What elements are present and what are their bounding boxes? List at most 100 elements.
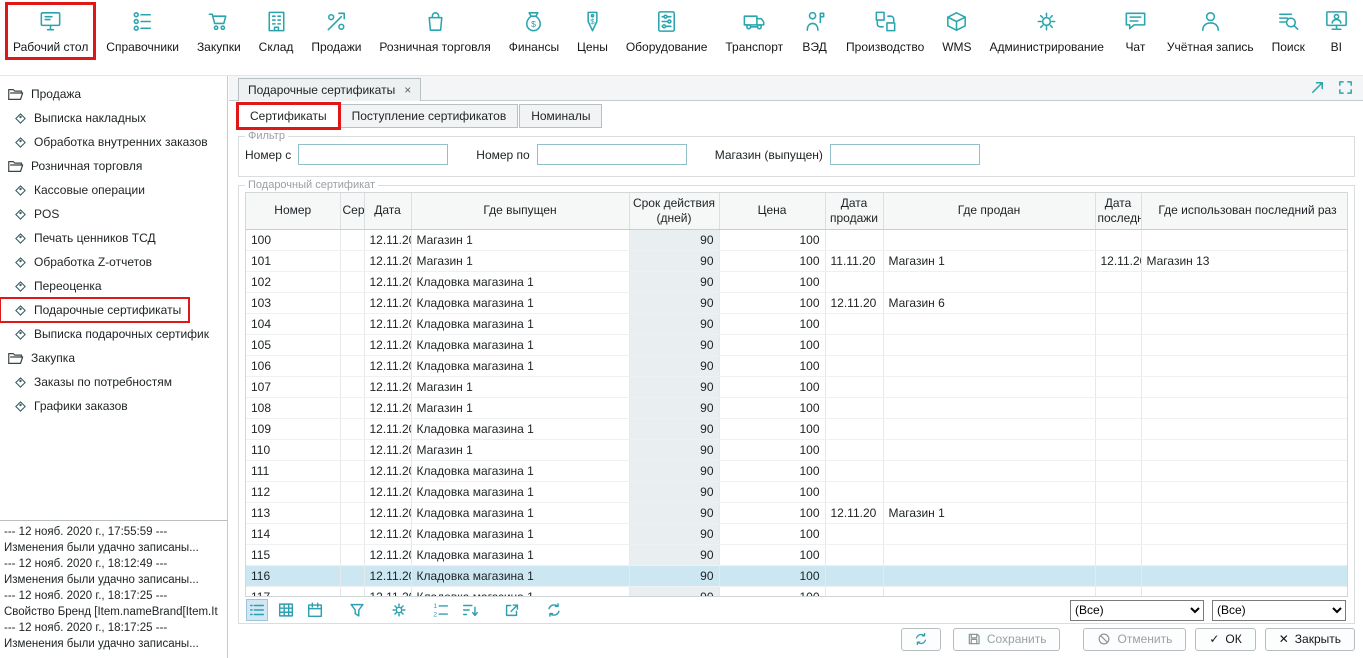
refresh-button[interactable] [901, 628, 941, 651]
grid-column-header[interactable]: Где использован последний раз [1141, 193, 1348, 229]
grid-cell [340, 481, 364, 502]
sidebar-group[interactable]: Продажа [0, 82, 227, 106]
export-icon[interactable] [502, 600, 522, 620]
topbar-item-wms[interactable]: WMS [937, 5, 976, 57]
fullscreen-icon[interactable] [1337, 79, 1354, 96]
sidebar-item[interactable]: Выписка накладных [0, 106, 227, 130]
grid-cell [1095, 376, 1141, 397]
workspace-tab[interactable]: Поступление сертификатов [340, 104, 519, 128]
topbar-item-search[interactable]: Поиск [1267, 5, 1310, 57]
view-grid-icon[interactable] [276, 600, 296, 620]
table-row[interactable]: 10312.11.20Кладовка магазина 19010012.11… [246, 292, 1348, 313]
sync-icon[interactable] [544, 600, 564, 620]
workspace-tab[interactable]: Сертификаты [238, 104, 339, 128]
topbar-item-sales[interactable]: Продажи [306, 5, 366, 57]
table-row[interactable]: 10812.11.20Магазин 190100 [246, 397, 1348, 418]
funnel-icon[interactable] [347, 600, 367, 620]
number-to-input[interactable] [537, 144, 687, 165]
grid-column-header[interactable]: Срок действия (дней) [629, 193, 719, 229]
grid-column-header[interactable]: Дата [364, 193, 411, 229]
log-line: --- 12 нояб. 2020 г., 18:17:25 --- [4, 620, 223, 636]
numbered-list-icon[interactable]: 12 [431, 600, 451, 620]
table-row[interactable]: 11712.11.20Кладовка магазина 190100 [246, 586, 1348, 596]
table-row[interactable]: 11612.11.20Кладовка магазина 190100 [246, 565, 1348, 586]
grid-cell: 106 [246, 355, 340, 376]
topbar-item-warehouse[interactable]: Склад [254, 5, 299, 57]
certificates-panel: Подарочный сертификат НомерСерДатаГде вы… [238, 179, 1355, 624]
topbar-item-prices[interactable]: $Цены [572, 5, 613, 57]
sidebar-item[interactable]: Выписка подарочных сертифик [0, 322, 227, 346]
table-row[interactable]: 10912.11.20Кладовка магазина 190100 [246, 418, 1348, 439]
workspace-tab[interactable]: Номиналы [519, 104, 602, 128]
topbar-item-ved[interactable]: ВЭД [796, 5, 833, 57]
topbar-item-transport[interactable]: Транспорт [720, 5, 788, 57]
sidebar-item[interactable]: Печать ценников ТСД [0, 226, 227, 250]
table-row[interactable]: 10512.11.20Кладовка магазина 190100 [246, 334, 1348, 355]
sidebar-item[interactable]: Подарочные сертификаты [0, 298, 189, 322]
view-list-icon[interactable] [247, 600, 267, 620]
issued-store-input[interactable] [830, 144, 980, 165]
topbar-item-account[interactable]: Учётная запись [1162, 5, 1259, 57]
grid-column-header[interactable]: Где продан [883, 193, 1095, 229]
sidebar-item[interactable]: Заказы по потребностям [0, 370, 227, 394]
save-button[interactable]: Сохранить [953, 628, 1061, 651]
sidebar-item[interactable]: Обработка Z-отчетов [0, 250, 227, 274]
grid-cell: 100 [719, 565, 825, 586]
table-row[interactable]: 10212.11.20Кладовка магазина 190100 [246, 271, 1348, 292]
topbar-item-production[interactable]: Производство [841, 5, 929, 57]
grid-cell [883, 439, 1095, 460]
table-row[interactable]: 11512.11.20Кладовка магазина 190100 [246, 544, 1348, 565]
topbar-item-desktop[interactable]: Рабочий стол [8, 5, 93, 57]
grid-cell: 12.11.20 [364, 502, 411, 523]
grid-cell: 90 [629, 355, 719, 376]
table-row[interactable]: 11312.11.20Кладовка магазина 19010012.11… [246, 502, 1348, 523]
topbar-item-references[interactable]: Справочники [101, 5, 184, 57]
grid-column-header[interactable]: Сер [340, 193, 364, 229]
close-button[interactable]: ✕ Закрыть [1265, 628, 1355, 651]
grid-column-header[interactable]: Дата продажи [825, 193, 883, 229]
table-row[interactable]: 11112.11.20Кладовка магазина 190100 [246, 460, 1348, 481]
topbar-item-retail[interactable]: Розничная торговля [374, 5, 495, 57]
grid-column-header[interactable]: Где выпущен [411, 193, 629, 229]
table-row[interactable]: 10012.11.20Магазин 190100 [246, 229, 1348, 250]
table-row[interactable]: 10412.11.20Кладовка магазина 190100 [246, 313, 1348, 334]
topbar-item-chat[interactable]: Чат [1117, 5, 1154, 57]
table-row[interactable]: 10612.11.20Кладовка магазина 190100 [246, 355, 1348, 376]
sidebar-tree: ПродажаВыписка накладныхОбработка внутре… [0, 76, 227, 520]
records-filter-select[interactable]: (Все) [1070, 600, 1204, 621]
cancel-button[interactable]: Отменить [1083, 628, 1186, 651]
sidebar-item[interactable]: Переоценка [0, 274, 227, 298]
document-tab[interactable]: Подарочные сертификаты × [238, 78, 421, 101]
ok-button[interactable]: ✓ ОК [1195, 628, 1255, 651]
sidebar-item[interactable]: Графики заказов [0, 394, 227, 418]
topbar-item-label: Учётная запись [1167, 40, 1254, 54]
chat-icon [1122, 8, 1149, 35]
open-new-window-icon[interactable] [1309, 79, 1326, 96]
topbar-item-finance[interactable]: $Финансы [504, 5, 564, 57]
table-row[interactable]: 10112.11.20Магазин 19010011.11.20Магазин… [246, 250, 1348, 271]
calendar-icon[interactable] [305, 600, 325, 620]
table-row[interactable]: 11212.11.20Кладовка магазина 190100 [246, 481, 1348, 502]
sidebar-group[interactable]: Закупка [0, 346, 227, 370]
topbar-item-equipment[interactable]: Оборудование [621, 5, 713, 57]
grid-cell: 12.11.20 [364, 418, 411, 439]
topbar-item-admin-gear[interactable]: Администрирование [985, 5, 1109, 57]
gear-icon[interactable] [389, 600, 409, 620]
grid-column-header[interactable]: Цена [719, 193, 825, 229]
topbar-item-bi[interactable]: BI [1318, 5, 1355, 57]
table-row[interactable]: 11412.11.20Кладовка магазина 190100 [246, 523, 1348, 544]
sidebar-item[interactable]: Кассовые операции [0, 178, 227, 202]
topbar-item-purchases[interactable]: Закупки [192, 5, 246, 57]
number-from-input[interactable] [298, 144, 448, 165]
grid-column-header[interactable]: Дата последн [1095, 193, 1141, 229]
sort-icon[interactable] [460, 600, 480, 620]
table-row[interactable]: 10712.11.20Магазин 190100 [246, 376, 1348, 397]
close-tab-icon[interactable]: × [404, 84, 411, 96]
grid-column-header[interactable]: Номер [246, 193, 340, 229]
table-row[interactable]: 11012.11.20Магазин 190100 [246, 439, 1348, 460]
sidebar-group[interactable]: Розничная торговля [0, 154, 227, 178]
sidebar-item[interactable]: POS [0, 202, 227, 226]
sidebar-item[interactable]: Обработка внутренних заказов [0, 130, 227, 154]
records-filter-select[interactable]: (Все) [1212, 600, 1346, 621]
grid-cell [1141, 334, 1348, 355]
